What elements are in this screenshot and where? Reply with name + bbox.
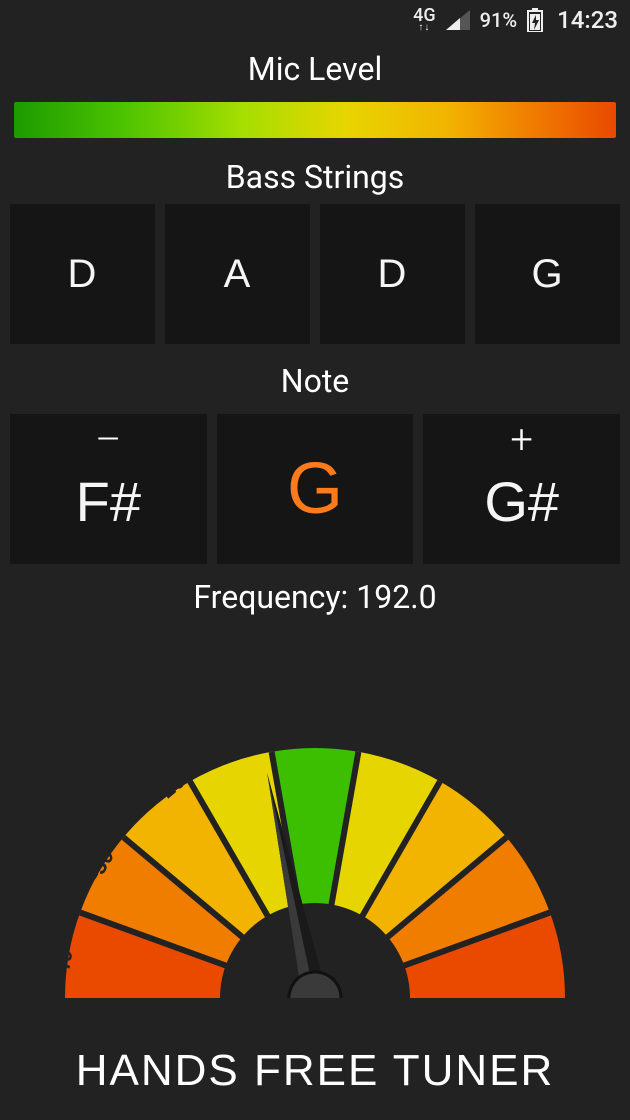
string-label: D: [378, 252, 408, 297]
battery-icon: [527, 8, 543, 32]
string-button-2[interactable]: D: [320, 204, 465, 344]
string-label: D: [68, 252, 98, 297]
clock: 14:23: [557, 6, 618, 34]
frequency-readout: Frequency: 192.0: [0, 578, 630, 616]
plus-icon: +: [510, 420, 533, 460]
gauge-tick: 0: [339, 718, 352, 743]
note-current-label: G: [287, 448, 343, 530]
note-next-button[interactable]: + G#: [423, 414, 620, 564]
cents-gauge: -40 -30 -20 -10 0 +10 +20 +30 +40: [0, 646, 630, 1018]
app-screen: 4G ↑↓ 91% 14:23 Mic Level Bass Strings D…: [0, 0, 630, 1120]
signal-icon: [446, 10, 470, 30]
string-label: G: [531, 252, 563, 297]
note-prev-label: F#: [76, 469, 141, 534]
gauge-tick: +40: [562, 941, 593, 983]
app-title: HANDS FREE TUNER: [0, 1046, 630, 1096]
note-current: G: [217, 414, 414, 564]
string-label: A: [224, 252, 252, 297]
mic-level-meter: [14, 102, 616, 138]
string-button-3[interactable]: G: [475, 204, 620, 344]
note-row: – F# G + G#: [0, 414, 630, 564]
string-button-0[interactable]: D: [10, 204, 155, 344]
gauge-svg: -40 -30 -20 -10 0 +10 +20 +30 +40: [35, 698, 595, 1018]
strings-label: Bass Strings: [0, 158, 630, 196]
string-button-1[interactable]: A: [165, 204, 310, 344]
status-bar: 4G ↑↓ 91% 14:23: [0, 0, 630, 40]
note-prev-button[interactable]: – F#: [10, 414, 207, 564]
strings-row: D A D G: [0, 204, 630, 344]
note-next-label: G#: [484, 469, 559, 534]
network-indicator: 4G ↑↓: [413, 7, 436, 33]
battery-percent: 91%: [480, 8, 517, 32]
minus-icon: –: [95, 420, 121, 460]
gauge-tick: +10: [411, 733, 455, 770]
note-label: Note: [0, 362, 630, 400]
mic-level-label: Mic Level: [0, 50, 630, 88]
